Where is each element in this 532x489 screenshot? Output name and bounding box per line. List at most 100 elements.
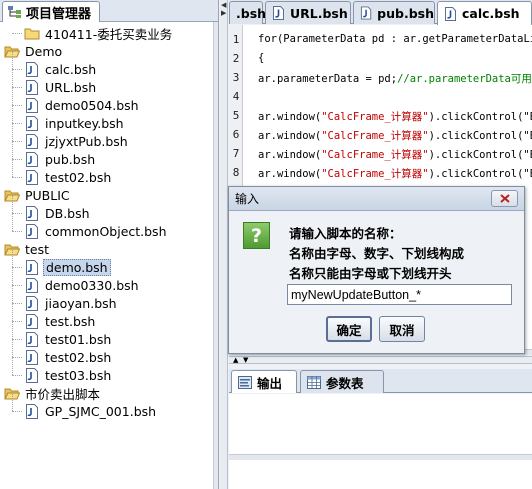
tree-item-label: test — [25, 241, 50, 257]
script-file-icon — [445, 6, 456, 21]
tree-file-item[interactable]: jzjyxtPub.bsh — [24, 132, 130, 150]
script-name-input[interactable] — [287, 284, 512, 305]
tree-file-item[interactable]: commonObject.bsh — [24, 222, 169, 240]
tree-file-item[interactable]: test.bsh — [24, 312, 97, 330]
code-text: ar.window( — [258, 149, 322, 161]
code-line: ar.window("CalcFrame_计算器").clickControl(… — [258, 147, 532, 162]
tree-connector — [12, 285, 22, 286]
script-file-icon — [360, 6, 372, 20]
tree-connector — [12, 69, 22, 70]
close-icon — [499, 194, 510, 203]
tree-file-item[interactable]: pub.bsh — [24, 150, 97, 168]
code-text: ar.window( — [258, 111, 322, 123]
tree-file-item[interactable]: test03.bsh — [24, 366, 113, 384]
line-number: 5 — [232, 109, 240, 122]
tree-folder-item[interactable]: PUBLIC — [4, 186, 72, 204]
editor-tab[interactable]: calc.bsh — [437, 1, 532, 25]
line-number: 2 — [232, 52, 240, 65]
tree-connector — [12, 123, 22, 124]
tab-output[interactable]: 输出 — [231, 370, 297, 393]
dialog-close-button[interactable] — [491, 190, 518, 207]
dialog-title: 输入 — [235, 192, 260, 206]
output-horizontal-scrollbar[interactable] — [229, 454, 532, 460]
tree-connector — [12, 339, 22, 340]
tree-item-label: demo.bsh — [43, 258, 111, 276]
tree-file-item[interactable]: inputkey.bsh — [24, 114, 126, 132]
tree-file-item[interactable]: calc.bsh — [24, 60, 98, 78]
tree-file-item[interactable]: DB.bsh — [24, 204, 92, 222]
tree-connector — [12, 357, 22, 358]
tree-connector — [12, 411, 22, 412]
editor-tab-label: calc.bsh — [462, 6, 520, 21]
splitter-collapse-arrow-icon[interactable]: ◀ — [221, 2, 226, 9]
code-text: ).clickControl("Bu — [428, 149, 532, 161]
code-comment: //ar.parameterData可用于 — [397, 73, 532, 85]
tree-item-label: demo0504.bsh — [45, 97, 139, 113]
project-tree[interactable]: 410411-委托买卖业务 Demo calc.bsh URL.bsh demo0504… — [0, 24, 214, 489]
script-file-icon — [273, 6, 284, 20]
tree-folder-item[interactable]: 410411-委托买卖业务 — [24, 24, 174, 42]
cancel-button[interactable]: 取消 — [379, 316, 425, 342]
dialog-message-line-3: 名称只能由字母或下划线开头 — [289, 266, 452, 281]
ok-button[interactable]: 确定 — [326, 316, 372, 342]
script-file-icon — [26, 151, 38, 167]
tree-item-label: inputkey.bsh — [45, 115, 124, 131]
tree-item-label: commonObject.bsh — [45, 223, 167, 239]
tree-item-label: DB.bsh — [45, 205, 90, 221]
tree-connector — [12, 375, 22, 376]
tree-connector — [12, 195, 13, 231]
splitter-down-arrow-icon[interactable]: ▼ — [243, 357, 248, 364]
editor-tab-label: .bsh — [236, 5, 267, 21]
tree-folder-item[interactable]: 市价卖出脚本 — [4, 384, 102, 402]
project-tree-icon — [8, 6, 21, 18]
tab-parameters[interactable]: 参数表 — [300, 370, 384, 393]
splitter-up-arrow-icon[interactable]: ▲ — [233, 357, 238, 364]
script-file-icon — [26, 403, 38, 419]
tree-item-label: 410411-委托买卖业务 — [45, 26, 173, 42]
output-panel[interactable] — [229, 394, 532, 489]
script-file-icon — [26, 277, 38, 293]
dialog-title-bar[interactable]: 输入 — [229, 187, 524, 211]
tree-item-label: GP_SJMC_001.bsh — [45, 403, 157, 419]
tree-connector — [12, 213, 22, 214]
tab-project-manager[interactable]: 项目管理器 — [2, 1, 100, 22]
script-file-icon — [26, 331, 38, 347]
tree-file-item[interactable]: demo0330.bsh — [24, 276, 141, 294]
tree-item-label: jzjyxtPub.bsh — [45, 133, 128, 149]
script-file-icon — [26, 115, 38, 131]
tree-file-item[interactable]: test01.bsh — [24, 330, 113, 348]
editor-tab[interactable]: pub.bsh — [353, 1, 435, 24]
tree-file-item[interactable]: test02.bsh — [24, 168, 113, 186]
code-text: ar.parameterData = pd; — [258, 73, 398, 85]
editor-tab[interactable]: .bsh — [229, 1, 267, 24]
project-tree-scrollbar[interactable] — [213, 22, 218, 489]
tree-file-item[interactable]: demo.bsh — [24, 258, 111, 276]
tree-connector — [12, 33, 22, 34]
tree-file-item[interactable]: test02.bsh — [24, 348, 113, 366]
horizontal-splitter[interactable]: ▲ ▼ — [229, 356, 532, 364]
project-tab-bar: 项目管理器 — [0, 0, 218, 22]
tree-folder-item[interactable]: Demo — [4, 42, 64, 60]
code-string: "CalcFrame_计算器" — [321, 168, 429, 180]
tree-connector — [12, 303, 22, 304]
dialog-message-line-2: 名称由字母、数字、下划线构成 — [289, 246, 465, 261]
output-icon — [238, 375, 252, 389]
project-manager-panel: 项目管理器 410411-委托买卖业务 Demo calc.bsh URL.bsh de… — [0, 0, 219, 489]
tree-item-label: 市价卖出脚本 — [25, 386, 101, 402]
editor-tab-bar: .bsh URL.bsh pub.bsh calc.bsh — [229, 0, 532, 25]
code-string: "CalcFrame_计算器" — [321, 130, 429, 142]
editor-tab[interactable]: URL.bsh — [265, 1, 351, 24]
tree-file-item[interactable]: demo0504.bsh — [24, 96, 141, 114]
tree-item-label: test.bsh — [45, 313, 96, 329]
tree-item-label: jiaoyan.bsh — [45, 295, 117, 311]
tree-file-item[interactable]: URL.bsh — [24, 78, 98, 96]
script-file-icon — [26, 79, 38, 95]
script-file-icon — [26, 259, 38, 275]
tree-file-item[interactable]: jiaoyan.bsh — [24, 294, 119, 312]
folder-icon — [24, 28, 40, 39]
tree-item-label: URL.bsh — [45, 79, 97, 95]
tree-item-label: test01.bsh — [45, 331, 112, 347]
vertical-splitter[interactable]: ◀ ▶ — [220, 0, 228, 489]
tree-file-item[interactable]: GP_SJMC_001.bsh — [24, 402, 158, 420]
splitter-expand-arrow-icon[interactable]: ▶ — [221, 10, 226, 17]
